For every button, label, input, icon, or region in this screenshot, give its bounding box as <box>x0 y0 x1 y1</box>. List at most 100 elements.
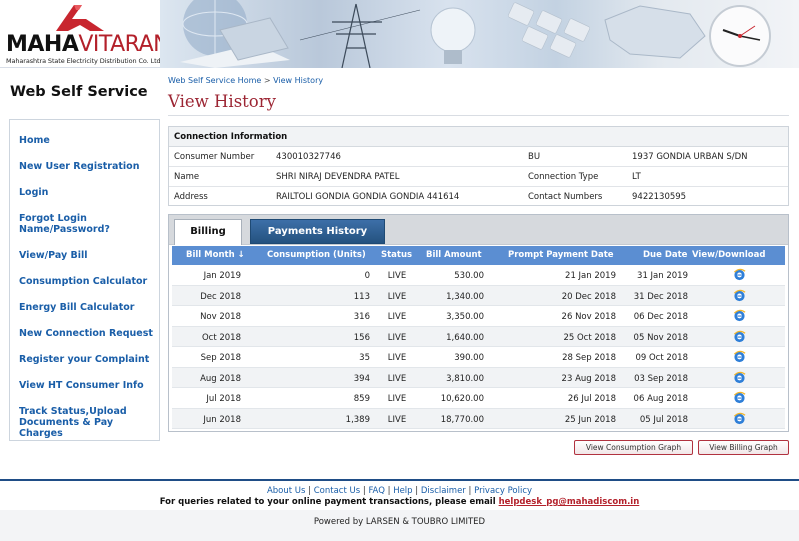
logo-wordmark: MAHAVITARAN <box>6 32 170 57</box>
sidebar-item-home[interactable]: Home <box>19 135 159 146</box>
cell-consumption: 35 <box>359 353 370 363</box>
view-consumption-graph-button[interactable]: View Consumption Graph <box>574 440 693 455</box>
title-divider <box>168 115 789 116</box>
cell-prompt-payment-date: 21 Jan 2019 <box>565 271 616 281</box>
cell-prompt-payment-date: 25 Jun 2018 <box>564 414 616 425</box>
cell-status: LIVE <box>387 394 407 404</box>
logo-accent: VITARAN <box>78 32 170 57</box>
cell-status: LIVE <box>387 312 407 322</box>
table-row: Jan 2019 0 LIVE 530.00 21 Jan 2019 31 Jan 201… <box>172 265 785 286</box>
col-consumption[interactable]: Consumption (Units) <box>267 250 366 260</box>
cell-bill-amount: 1,340.00 <box>446 291 484 302</box>
address-label: Address <box>174 192 208 202</box>
sidebar-item-view-pay-bill[interactable]: View/Pay Bill <box>19 250 159 261</box>
cell-bill-month: Jan 2019 <box>203 271 241 281</box>
col-status[interactable]: Status <box>381 250 412 260</box>
footer-link-contact-us[interactable]: Contact Us <box>314 486 360 496</box>
powered-by-text: Powered by LARSEN & TOUBRO LIMITED <box>313 517 486 527</box>
table-row: Jul 2018 859 LIVE 10,620.00 26 Jul 2018 06 Au… <box>172 388 785 409</box>
cell-consumption: 394 <box>353 373 370 384</box>
cell-due-date: 06 Aug 2018 <box>633 394 688 404</box>
cell-due-date: 03 Sep 2018 <box>634 373 688 384</box>
connection-row-name: Name SHRI NIRAJ DEVENDRA PATEL Connectio… <box>169 167 788 187</box>
cell-status: LIVE <box>387 373 407 384</box>
tab-billing[interactable]: Billing <box>174 219 242 245</box>
helpdesk-email-link[interactable]: helpdesk_pg@mahadiscom.in <box>499 497 640 507</box>
footer-divider <box>0 479 799 481</box>
cell-prompt-payment-date: 20 Dec 2018 <box>561 291 616 302</box>
bill-table-header: Bill Month ↓ Consumption (Units) Status … <box>172 246 785 265</box>
table-row: Dec 2018 113 LIVE 1,340.00 20 Dec 2018 31 Dec… <box>172 285 785 306</box>
address-value: RAILTOLI GONDIA GONDIA GONDIA 441614 <box>276 192 460 202</box>
ie-browser-icon[interactable] <box>733 330 746 343</box>
cell-due-date: 05 Nov 2018 <box>633 332 688 343</box>
site-title: Web Self Service <box>10 84 148 100</box>
logo-main: MAHA <box>6 32 79 57</box>
ie-browser-icon[interactable] <box>733 289 746 302</box>
footer-sep: | <box>468 486 472 496</box>
cell-prompt-payment-date: 23 Aug 2018 <box>561 373 616 384</box>
sidebar-item-track-status[interactable]: Track Status,Upload Documents & Pay Char… <box>19 406 157 439</box>
footer-link-privacy-policy[interactable]: Privacy Policy <box>474 486 532 496</box>
connection-row-address: Address RAILTOLI GONDIA GONDIA GONDIA 44… <box>169 187 788 207</box>
sidebar-item-new-connection-request[interactable]: New Connection Request <box>19 328 159 339</box>
footer-query-text: For queries related to your online payme… <box>0 497 799 507</box>
col-prompt-payment-date[interactable]: Prompt Payment Date <box>508 250 614 260</box>
ie-browser-icon[interactable] <box>733 391 746 404</box>
view-billing-graph-button[interactable]: View Billing Graph <box>698 440 789 455</box>
sidebar-item-register-complaint[interactable]: Register your Complaint <box>19 354 159 365</box>
col-view-download: View/Download <box>692 250 766 260</box>
connection-row-consumer: Consumer Number 430010327746 BU 1937 GON… <box>169 147 788 167</box>
brand-logo[interactable]: MAHAVITARAN Maharashtra State Electricit… <box>0 0 170 68</box>
table-row: Aug 2018 394 LIVE 3,810.00 23 Aug 2018 03 Sep… <box>172 367 785 388</box>
ie-browser-icon[interactable] <box>733 412 746 425</box>
footer-sep: | <box>387 486 391 496</box>
table-row: Nov 2018 316 LIVE 3,350.00 26 Nov 2018 06 Dec… <box>172 306 785 327</box>
history-tabbar: Billing Payments History <box>169 215 788 245</box>
sidebar-item-consumption-calculator[interactable]: Consumption Calculator <box>19 276 159 287</box>
site-header: MAHAVITARAN Maharashtra State Electricit… <box>0 0 799 68</box>
cell-bill-amount: 18,770.00 <box>440 414 484 425</box>
ie-browser-icon[interactable] <box>733 268 746 281</box>
sidebar-item-login[interactable]: Login <box>19 187 159 198</box>
footer-sep: | <box>308 486 312 496</box>
cell-bill-amount: 3,350.00 <box>446 312 484 322</box>
col-bill-month[interactable]: Bill Month ↓ <box>186 250 245 260</box>
connection-type-value: LT <box>632 172 641 182</box>
cell-bill-amount: 1,640.00 <box>446 332 484 343</box>
table-row: Sep 2018 35 LIVE 390.00 28 Sep 2018 09 Oct 20… <box>172 347 785 368</box>
cell-due-date: 06 Dec 2018 <box>633 312 688 322</box>
sidebar-item-forgot-login[interactable]: Forgot Login Name/Password? <box>19 213 129 235</box>
contact-numbers-label: Contact Numbers <box>528 192 603 202</box>
ie-browser-icon[interactable] <box>733 371 746 384</box>
breadcrumb-home-link[interactable]: Web Self Service Home <box>168 76 261 85</box>
cell-bill-month: Jul 2018 <box>206 394 241 404</box>
tab-payments-history[interactable]: Payments History <box>250 219 385 244</box>
cell-bill-amount: 3,810.00 <box>446 373 484 384</box>
cell-due-date: 31 Jan 2019 <box>637 271 688 281</box>
breadcrumb-separator: > <box>263 76 271 85</box>
table-row: Jun 2018 1,389 LIVE 18,770.00 25 Jun 2018 05 … <box>172 408 785 429</box>
footer-link-about-us[interactable]: About Us <box>267 486 305 496</box>
ie-browser-icon[interactable] <box>733 350 746 363</box>
billing-panel: Billing Payments History Bill Month ↓ Co… <box>168 214 789 432</box>
sidebar-item-new-user-registration[interactable]: New User Registration <box>19 161 159 172</box>
sidebar-item-energy-bill-calculator[interactable]: Energy Bill Calculator <box>19 302 159 313</box>
connection-info-header: Connection Information <box>169 127 788 147</box>
ie-browser-icon[interactable] <box>733 309 746 322</box>
col-due-date[interactable]: Due Date <box>643 250 687 260</box>
cell-due-date: 31 Dec 2018 <box>633 291 688 302</box>
name-value: SHRI NIRAJ DEVENDRA PATEL <box>276 172 400 182</box>
cell-due-date: 09 Oct 2018 <box>635 353 688 363</box>
footer-link-faq[interactable]: FAQ <box>368 486 384 496</box>
cell-consumption: 156 <box>353 332 370 343</box>
cell-bill-amount: 10,620.00 <box>440 394 484 404</box>
cell-status: LIVE <box>387 353 407 363</box>
consumer-number-label: Consumer Number <box>174 152 255 162</box>
col-bill-amount[interactable]: Bill Amount <box>426 250 482 260</box>
cell-bill-month: Nov 2018 <box>200 312 241 322</box>
sidebar-item-view-ht-consumer-info[interactable]: View HT Consumer Info <box>19 380 159 391</box>
footer-link-help[interactable]: Help <box>393 486 412 496</box>
consumer-number-value: 430010327746 <box>276 152 341 162</box>
footer-link-disclaimer[interactable]: Disclaimer <box>421 486 466 496</box>
